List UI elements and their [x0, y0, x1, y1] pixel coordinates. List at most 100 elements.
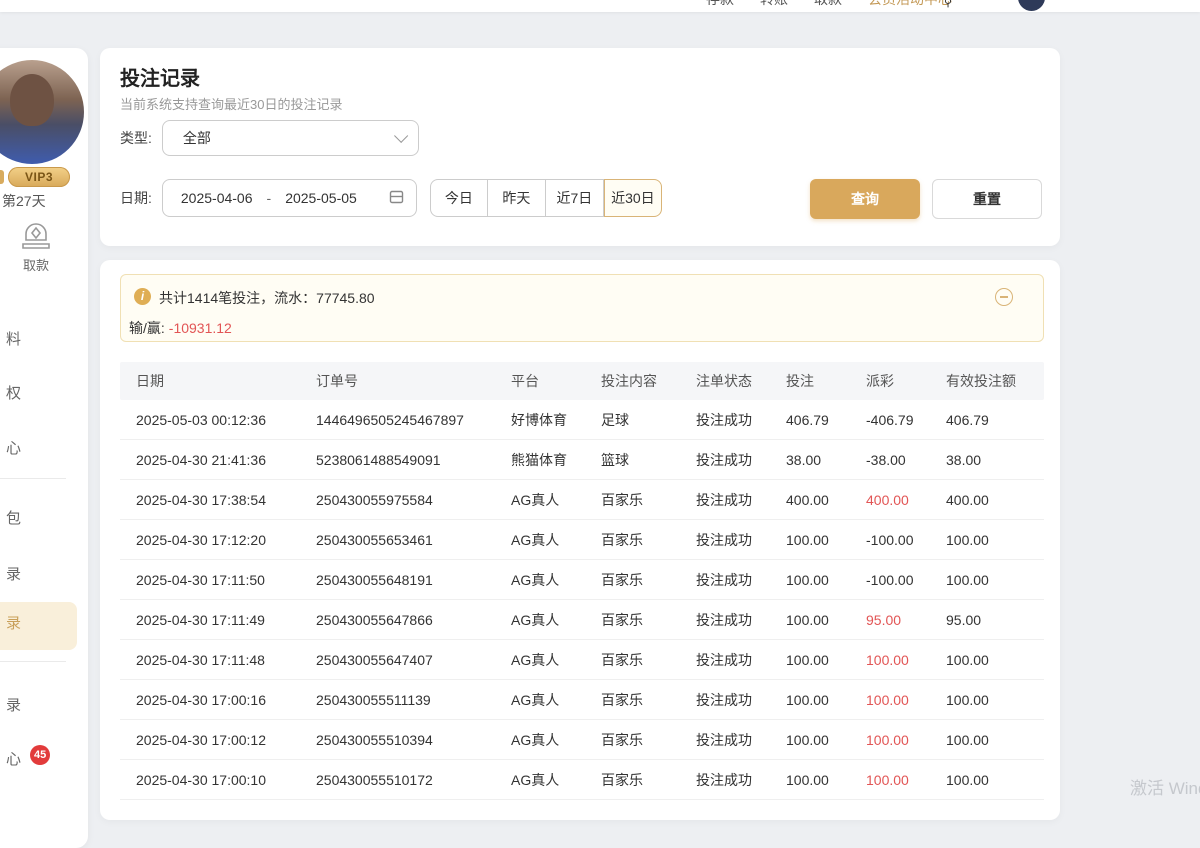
collapse-icon[interactable]: [995, 288, 1013, 306]
cell-valid: 100.00: [946, 772, 1044, 788]
cell-valid: 100.00: [946, 532, 1044, 548]
column-header-1: 订单号: [316, 371, 511, 391]
sidebar-menu-item-7[interactable]: 心: [0, 748, 21, 769]
summary-alert: i 共计1414笔投注，流水：77745.80 输/赢:-10931.12: [120, 274, 1044, 342]
cell-payout: -100.00: [866, 532, 946, 548]
table-row: 2025-04-30 17:00:12250430055510394AG真人百家…: [120, 720, 1044, 760]
cell-date: 2025-04-30 17:11:49: [136, 612, 316, 628]
chevron-down-icon: [394, 129, 408, 143]
cell-platform: AG真人: [511, 610, 601, 630]
date-range-input[interactable]: 2025-04-06 - 2025-05-05: [162, 179, 417, 217]
cell-bet: 38.00: [786, 452, 866, 468]
topnav-item-2[interactable]: 取款: [814, 0, 842, 9]
cell-bet: 100.00: [786, 572, 866, 588]
winloss-label: 输/赢:: [129, 320, 165, 336]
sidebar-menu-item-2[interactable]: 心: [0, 437, 21, 458]
cell-content: 百家乐: [601, 650, 696, 670]
cell-payout: 100.00: [866, 772, 946, 788]
quick-range-group: 今日昨天近7日近30日: [430, 179, 662, 217]
cell-date: 2025-04-30 21:41:36: [136, 452, 316, 468]
cell-status: 投注成功: [696, 650, 786, 670]
sidebar-menu-item-3[interactable]: 包: [0, 507, 21, 528]
quick-range-0[interactable]: 今日: [430, 179, 488, 217]
cell-platform: AG真人: [511, 570, 601, 590]
cell-valid: 100.00: [946, 652, 1044, 668]
cell-platform: AG真人: [511, 530, 601, 550]
table-body: 2025-05-03 00:12:361446496505245467897好博…: [120, 400, 1044, 800]
cell-order: 1446496505245467897: [316, 412, 511, 428]
cell-platform: AG真人: [511, 770, 601, 790]
user-avatar[interactable]: [0, 60, 84, 164]
sidebar-menu-item-4[interactable]: 录: [0, 563, 21, 584]
topnav-item-0[interactable]: 存款: [706, 0, 734, 9]
cell-status: 投注成功: [696, 610, 786, 630]
cell-payout: -38.00: [866, 452, 946, 468]
reset-button[interactable]: 重置: [932, 179, 1042, 219]
sidebar-withdraw-button[interactable]: 取款: [14, 220, 58, 274]
cell-date: 2025-04-30 17:11:48: [136, 652, 316, 668]
cell-content: 百家乐: [601, 530, 696, 550]
cell-platform: 熊猫体育: [511, 450, 601, 470]
withdraw-icon: [14, 220, 58, 252]
type-select[interactable]: 全部: [162, 120, 419, 156]
summary-line2: 输/赢:-10931.12: [129, 318, 232, 338]
sidebar-menu-item-1[interactable]: 权: [0, 382, 21, 403]
cell-bet: 100.00: [786, 532, 866, 548]
column-header-5: 投注: [786, 371, 866, 391]
cell-bet: 100.00: [786, 772, 866, 788]
cell-order: 250430055975584: [316, 492, 511, 508]
search-button[interactable]: 查询: [810, 179, 920, 219]
cell-payout: 95.00: [866, 612, 946, 628]
table-row: 2025-04-30 21:41:365238061488549091熊猫体育篮…: [120, 440, 1044, 480]
column-header-3: 投注内容: [601, 371, 696, 391]
topbar: 存款 转账 取款 会员活动中心 ⚲: [0, 0, 1200, 12]
table-row: 2025-04-30 17:00:10250430055510172AG真人百家…: [120, 760, 1044, 800]
cell-content: 足球: [601, 410, 696, 430]
date-label: 日期:: [120, 188, 152, 208]
user-avatar-small[interactable]: [1018, 0, 1045, 11]
cell-status: 投注成功: [696, 450, 786, 470]
table-row: 2025-04-30 17:11:49250430055647866AG真人百家…: [120, 600, 1044, 640]
sidebar-notification-badge: 45: [30, 745, 50, 765]
quick-range-3-active[interactable]: 近30日: [604, 179, 662, 217]
cell-order: 250430055648191: [316, 572, 511, 588]
quick-range-2[interactable]: 近7日: [546, 179, 604, 217]
type-label: 类型:: [120, 128, 152, 148]
date-end-value: 2025-05-05: [285, 190, 357, 206]
date-separator: -: [267, 190, 272, 206]
column-header-7: 有效投注额: [946, 371, 1044, 391]
sidebar-menu-item-5-active[interactable]: 录: [0, 612, 21, 633]
cell-valid: 38.00: [946, 452, 1044, 468]
calendar-icon: [389, 189, 404, 207]
sidebar-divider: [0, 661, 66, 662]
cell-payout: -406.79: [866, 412, 946, 428]
quick-range-1[interactable]: 昨天: [488, 179, 546, 217]
cell-bet: 100.00: [786, 732, 866, 748]
type-select-value: 全部: [183, 128, 394, 148]
cell-status: 投注成功: [696, 690, 786, 710]
cell-date: 2025-04-30 17:00:10: [136, 772, 316, 788]
cell-valid: 100.00: [946, 572, 1044, 588]
table-row: 2025-04-30 17:38:54250430055975584AG真人百家…: [120, 480, 1044, 520]
vip-day-text: 第27天: [2, 191, 46, 211]
summary-turnover-value: 77745.80: [316, 290, 374, 306]
cell-bet: 400.00: [786, 492, 866, 508]
cell-order: 250430055647866: [316, 612, 511, 628]
topnav-item-3[interactable]: 会员活动中心: [868, 0, 952, 9]
cell-content: 百家乐: [601, 770, 696, 790]
cell-platform: 好博体育: [511, 410, 601, 430]
date-start-value: 2025-04-06: [181, 190, 253, 206]
vip-badge: VIP3: [8, 167, 70, 187]
cell-date: 2025-04-30 17:12:20: [136, 532, 316, 548]
winloss-value: -10931.12: [169, 320, 232, 336]
table-row: 2025-04-30 17:11:50250430055648191AG真人百家…: [120, 560, 1044, 600]
pointer-icon: ⚲: [944, 0, 954, 6]
cell-content: 百家乐: [601, 570, 696, 590]
topnav-item-1[interactable]: 转账: [760, 0, 788, 9]
cell-order: 250430055647407: [316, 652, 511, 668]
sidebar-menu-item-6[interactable]: 录: [0, 694, 21, 715]
cell-payout: 100.00: [866, 692, 946, 708]
sidebar-menu-item-0[interactable]: 料: [0, 328, 21, 349]
cell-status: 投注成功: [696, 570, 786, 590]
sidebar: VIP3 第27天 取款 料权心包录录录心45: [0, 48, 88, 848]
